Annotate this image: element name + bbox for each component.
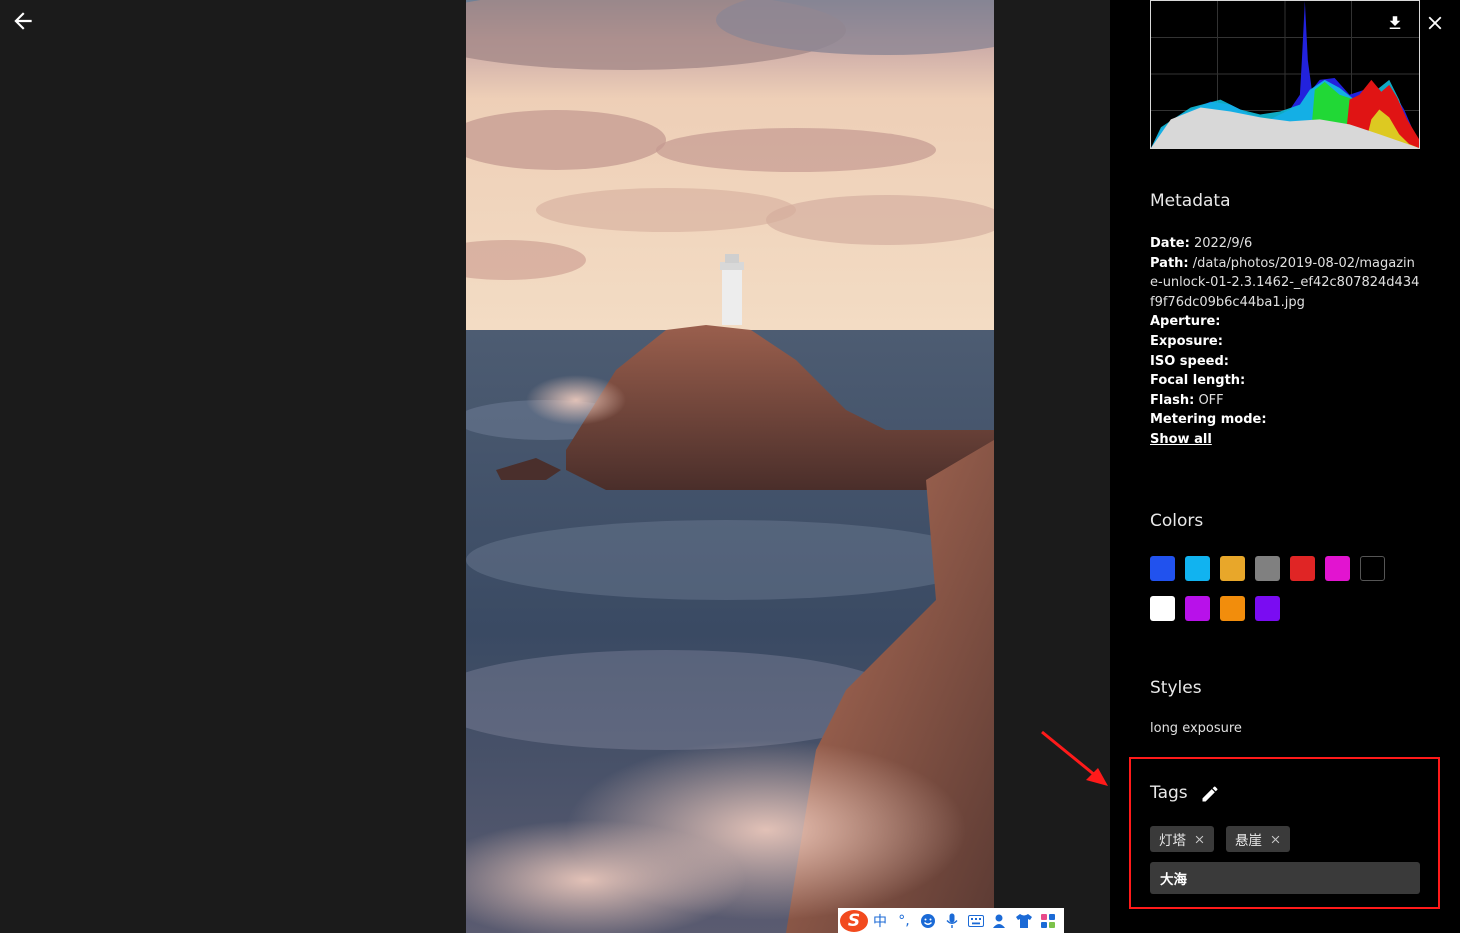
- remove-tag-icon[interactable]: [1269, 833, 1282, 846]
- tag-chip: 悬崖: [1226, 826, 1290, 852]
- meta-iso: ISO speed:: [1150, 353, 1229, 369]
- arrow-left-icon[interactable]: [10, 8, 36, 34]
- tag-chip-label: 悬崖: [1235, 833, 1262, 849]
- meta-focal-length: Focal length:: [1150, 373, 1246, 389]
- sogou-logo-icon[interactable]: S: [840, 909, 868, 932]
- color-swatch[interactable]: [1255, 596, 1280, 621]
- path-label: Path:: [1150, 255, 1189, 271]
- date-label: Date:: [1150, 236, 1190, 251]
- date-value: 2022/9/6: [1193, 236, 1253, 251]
- flash-value: OFF: [1198, 392, 1224, 408]
- path-value: /data/photos/2019-08-02/magazine-unlock-…: [1150, 255, 1420, 310]
- color-swatch[interactable]: [1150, 556, 1175, 581]
- styles-title: Styles: [1150, 678, 1202, 698]
- download-icon[interactable]: [1386, 13, 1404, 33]
- remove-tag-icon[interactable]: [1193, 833, 1206, 846]
- show-all-link[interactable]: Show all: [1150, 432, 1212, 447]
- color-swatch[interactable]: [1360, 556, 1385, 581]
- color-swatch[interactable]: [1220, 556, 1245, 581]
- photo-viewer: [0, 0, 1110, 933]
- meta-date: Date: 2022/9/6: [1150, 234, 1422, 254]
- pencil-icon[interactable]: [1200, 784, 1220, 804]
- color-swatch[interactable]: [1290, 556, 1315, 581]
- style-item: long exposure: [1150, 721, 1242, 736]
- color-swatch[interactable]: [1220, 596, 1245, 621]
- meta-exposure: Exposure:: [1150, 333, 1223, 349]
- lighthouse-photo: [466, 0, 994, 933]
- flash-label: Flash:: [1150, 392, 1195, 408]
- tag-chip: 灯塔: [1150, 826, 1214, 852]
- emoji-icon[interactable]: [916, 910, 940, 932]
- ime-punctuation-toggle[interactable]: °,: [892, 910, 916, 932]
- color-swatch[interactable]: [1325, 556, 1350, 581]
- meta-metering-mode: Metering mode:: [1150, 412, 1267, 428]
- meta-flash: Flash: OFF: [1150, 391, 1422, 411]
- tags-title: Tags: [1150, 783, 1188, 803]
- metadata-list: Date: 2022/9/6 Path: /data/photos/2019-0…: [1150, 234, 1422, 450]
- color-swatch[interactable]: [1255, 556, 1280, 581]
- tag-chip-label: 灯塔: [1159, 833, 1186, 849]
- metadata-title: Metadata: [1150, 191, 1231, 211]
- color-swatch[interactable]: [1185, 556, 1210, 581]
- meta-aperture: Aperture:: [1150, 314, 1221, 330]
- color-swatch[interactable]: [1150, 596, 1175, 621]
- keyboard-icon[interactable]: [964, 910, 988, 932]
- color-swatch[interactable]: [1185, 596, 1210, 621]
- red-arrow-annotation: [1041, 730, 1108, 786]
- ime-toolbar: S 中 °,: [838, 908, 1064, 933]
- close-icon[interactable]: [1424, 12, 1446, 34]
- user-profile-icon[interactable]: [988, 910, 1012, 932]
- skin-shirt-icon[interactable]: [1012, 910, 1036, 932]
- toolbox-grid-icon[interactable]: [1036, 910, 1060, 932]
- histogram-chart: [1150, 0, 1420, 149]
- colors-title: Colors: [1150, 511, 1204, 531]
- microphone-icon[interactable]: [940, 910, 964, 932]
- tag-input[interactable]: [1150, 862, 1420, 894]
- ime-mode-toggle[interactable]: 中: [868, 910, 892, 932]
- meta-path: Path: /data/photos/2019-08-02/magazine-u…: [1150, 254, 1422, 313]
